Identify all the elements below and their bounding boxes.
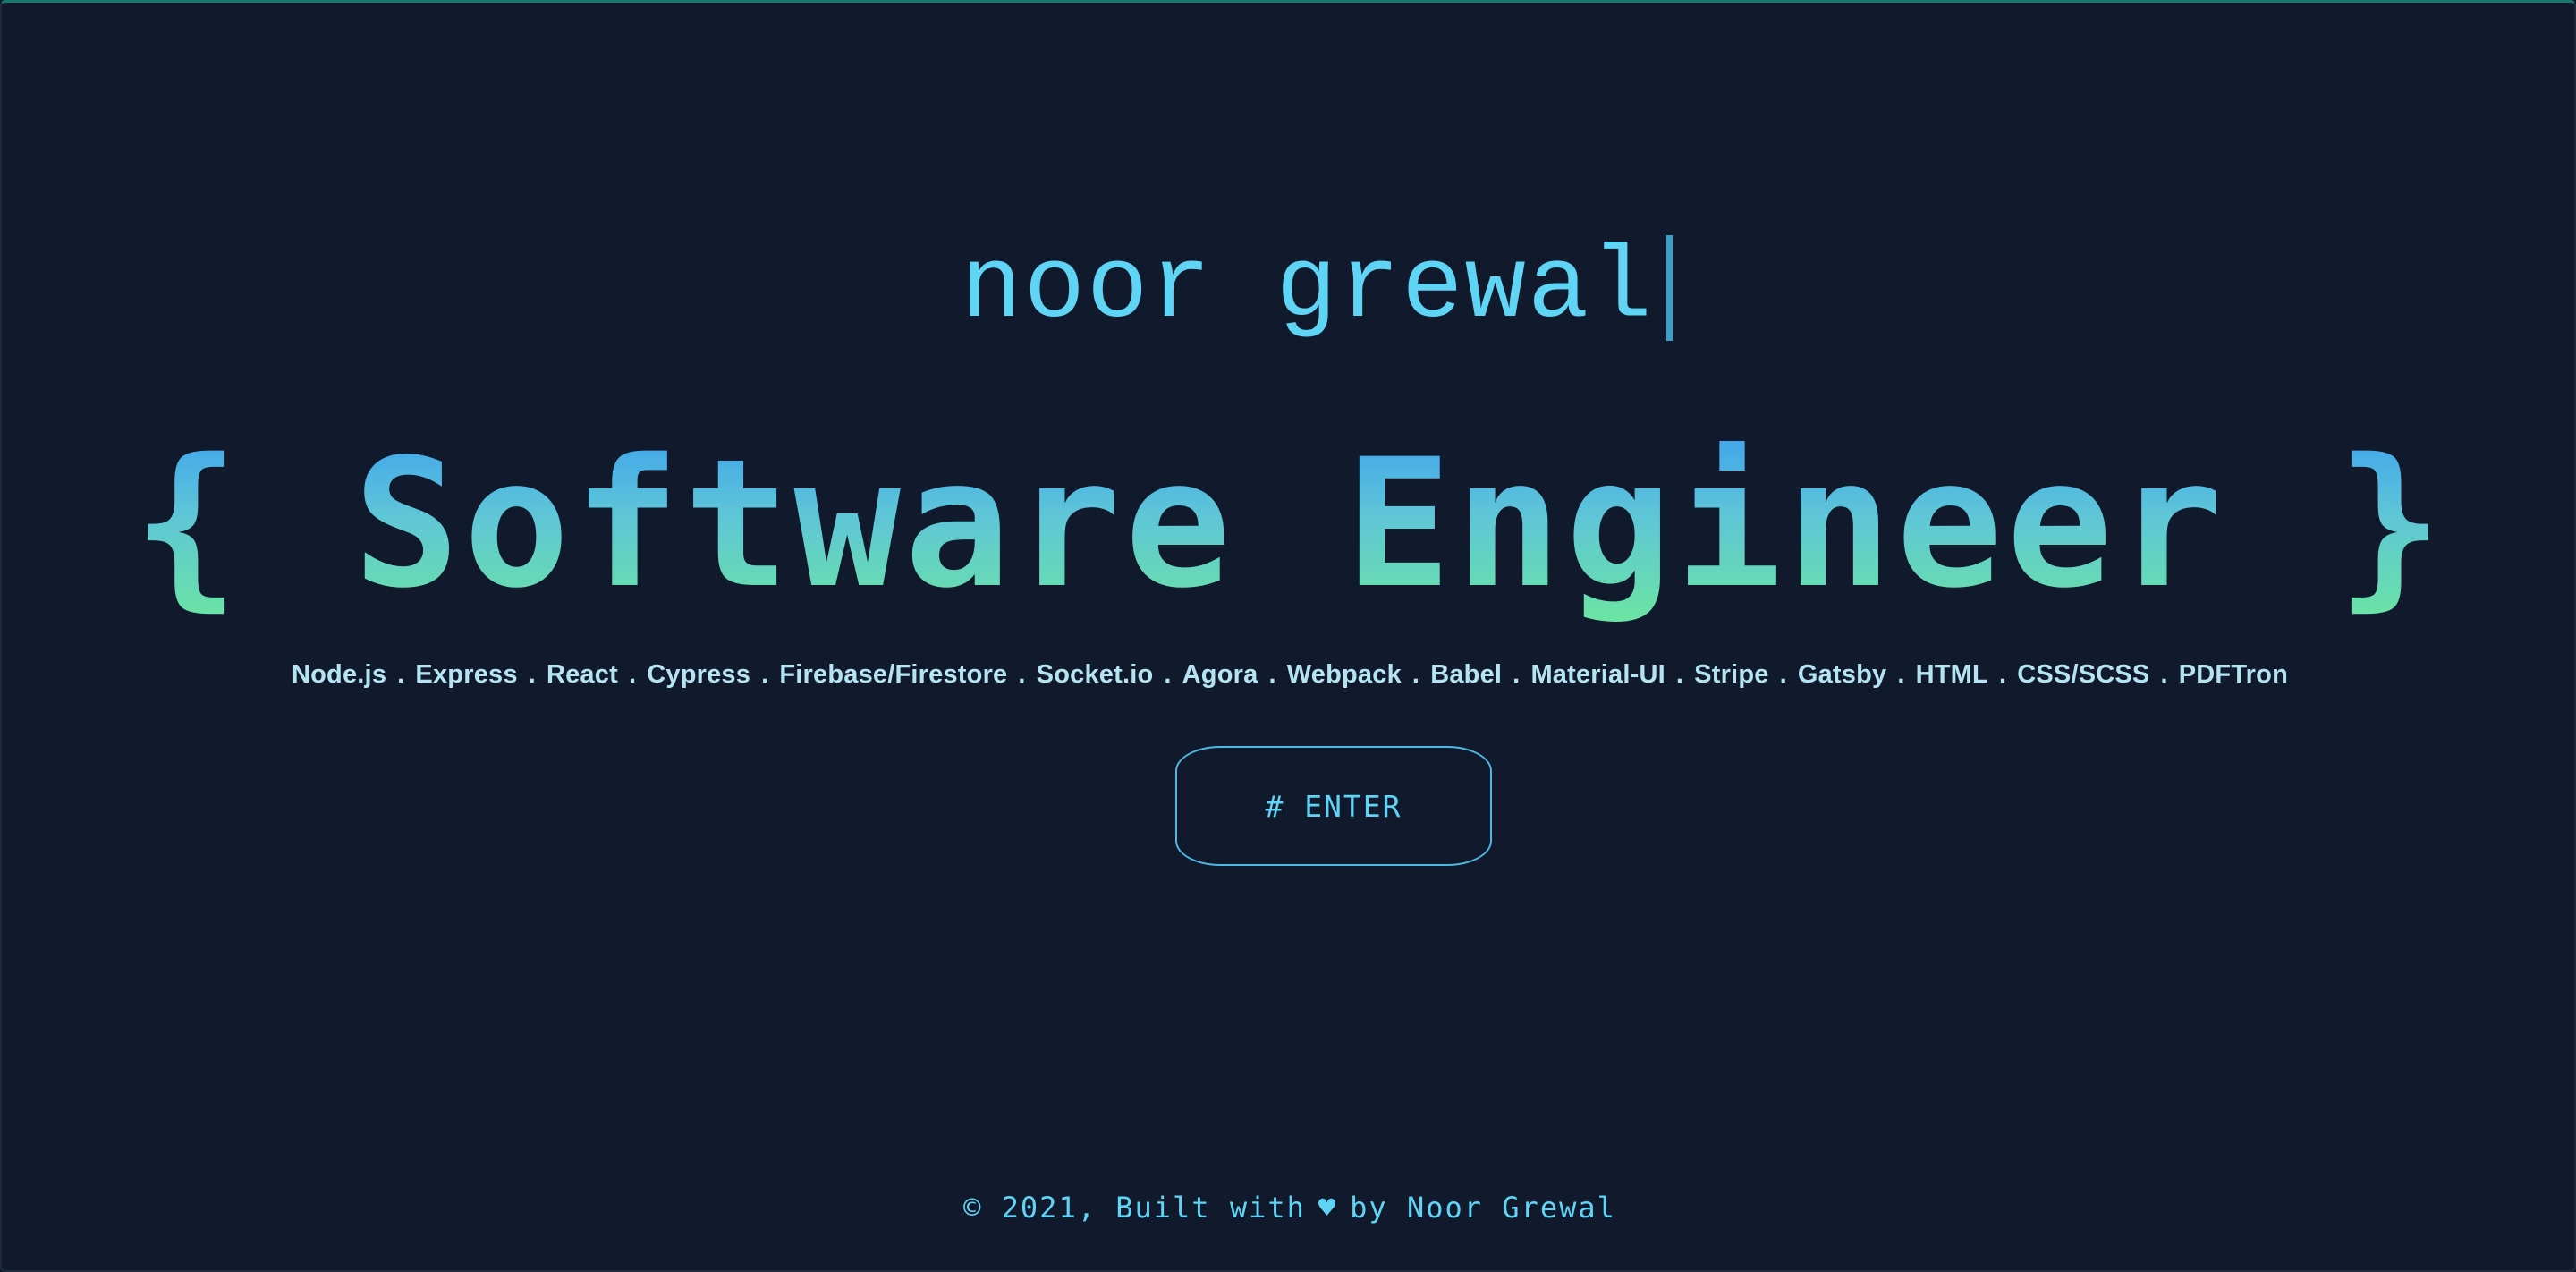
skill-item: PDFTron bbox=[2178, 659, 2288, 689]
footer-suffix: by Noor Grewal bbox=[1350, 1191, 1616, 1225]
skill-item: Node.js bbox=[292, 659, 387, 689]
hero-name: noor grewal bbox=[2, 231, 2576, 347]
skill-item: Gatsby bbox=[1797, 659, 1887, 689]
skill-separator: . bbox=[1897, 659, 1905, 689]
skill-item: Cypress bbox=[647, 659, 751, 689]
typing-cursor bbox=[1665, 235, 1673, 341]
skill-item: Firebase/Firestore bbox=[779, 659, 1008, 689]
skill-separator: . bbox=[761, 659, 769, 689]
skill-item: Stripe bbox=[1694, 659, 1769, 689]
skill-separator: . bbox=[1268, 659, 1276, 689]
page-frame: noor grewal { Software Engineer } Node.j… bbox=[0, 0, 2576, 1272]
skill-separator: . bbox=[1018, 659, 1026, 689]
title-open-brace: { bbox=[132, 420, 243, 627]
skill-separator: . bbox=[2160, 659, 2168, 689]
hero-name-text: noor grewal bbox=[961, 231, 1654, 347]
skill-item: Agora bbox=[1182, 659, 1258, 689]
skill-item: HTML bbox=[1915, 659, 1988, 689]
skill-separator: . bbox=[397, 659, 405, 689]
skill-separator: . bbox=[1779, 659, 1787, 689]
skill-item: Material-UI bbox=[1530, 659, 1665, 689]
skill-item: React bbox=[546, 659, 618, 689]
skill-item: Babel bbox=[1430, 659, 1503, 689]
skill-separator: . bbox=[628, 659, 637, 689]
skill-separator: . bbox=[1411, 659, 1420, 689]
skill-separator: . bbox=[1998, 659, 2007, 689]
title-text: Software Engineer bbox=[352, 420, 2227, 627]
enter-button[interactable]: # ENTER bbox=[1175, 746, 1492, 866]
skill-item: Socket.io bbox=[1036, 659, 1154, 689]
skill-item: Webpack bbox=[1286, 659, 1402, 689]
footer: © 2021, Built with ♥ by Noor Grewal bbox=[2, 1185, 2576, 1230]
skill-separator: . bbox=[528, 659, 536, 689]
title-close-brace: } bbox=[2336, 420, 2447, 627]
heart-icon: ♥ bbox=[1318, 1191, 1338, 1225]
footer-prefix: © 2021, Built with bbox=[963, 1191, 1306, 1225]
skill-item: CSS/SCSS bbox=[2017, 659, 2150, 689]
skill-item: Express bbox=[415, 659, 518, 689]
skill-separator: . bbox=[1675, 659, 1684, 689]
hero-title: { Software Engineer } bbox=[2, 420, 2576, 627]
skill-separator: . bbox=[1164, 659, 1172, 689]
skills-list: Node.js. Express. React. Cypress. Firebase/F… bbox=[2, 654, 2576, 695]
skill-separator: . bbox=[1513, 659, 1521, 689]
